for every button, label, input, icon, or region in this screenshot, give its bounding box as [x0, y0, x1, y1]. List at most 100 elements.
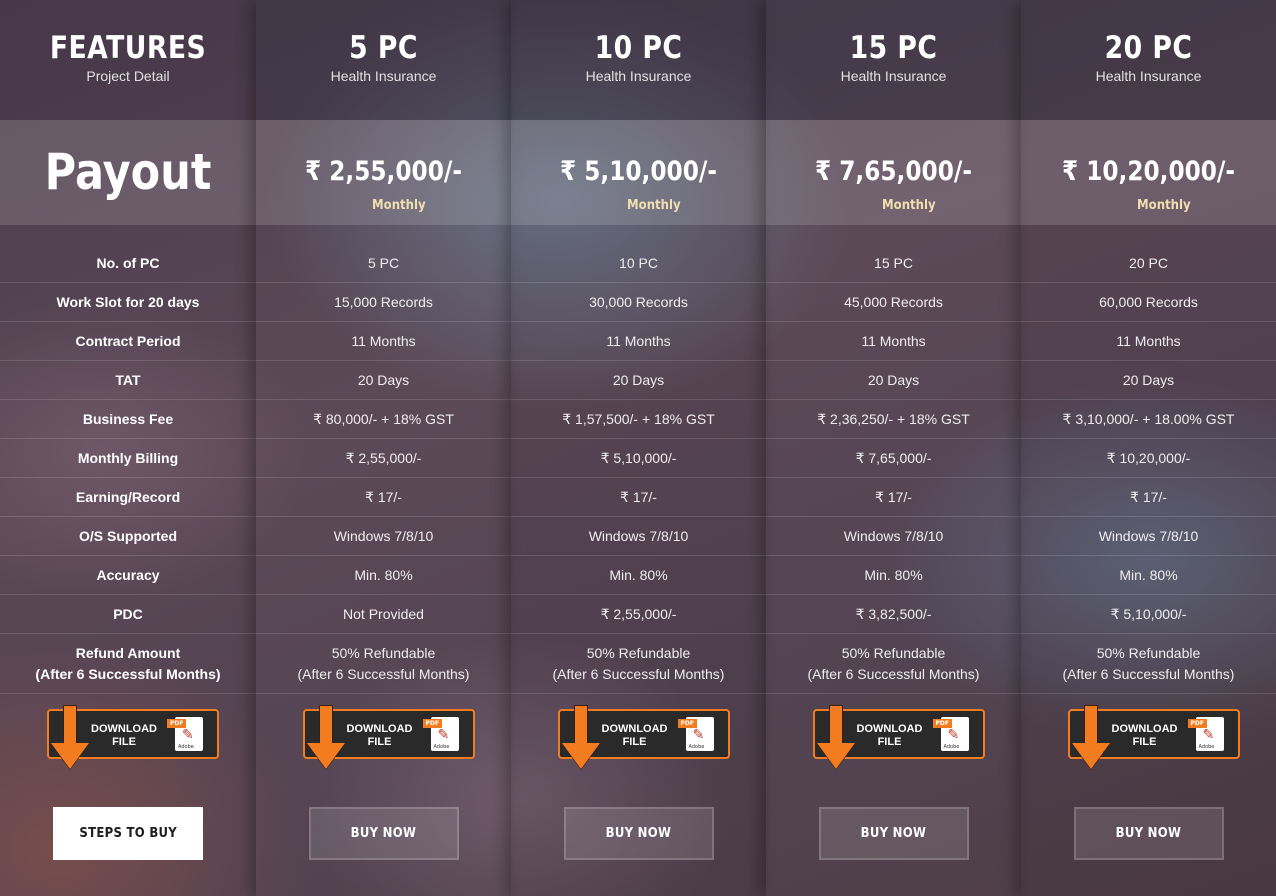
plan-price: ₹ 2,55,000/- [305, 156, 462, 187]
plan-column-5pc: 5 PC Health Insurance ₹ 2,55,000/- Month… [256, 0, 511, 896]
plan-subtitle: Health Insurance [1095, 68, 1202, 84]
plan-value: 5 PC [256, 244, 511, 283]
refund-line1: 50% Refundable [331, 644, 436, 661]
plan-value: Min. 80% [766, 556, 1021, 595]
feature-label: Monthly Billing [0, 439, 256, 478]
plan-value: ₹ 10,20,000/- [1021, 439, 1276, 478]
feature-label: Work Slot for 20 days [0, 283, 256, 322]
plan-column-20pc: 20 PC Health Insurance ₹ 10,20,000/- Mon… [1021, 0, 1276, 896]
buy-button-wrap: BUY NOW [511, 794, 766, 860]
plan-value: ₹ 3,10,000/- + 18.00% GST [1021, 400, 1276, 439]
plan-value: ₹ 7,65,000/- [766, 439, 1021, 478]
pricing-table: FEATURES Project Detail Payout No. of PC… [0, 0, 1276, 896]
buy-now-button[interactable]: BUY NOW [818, 807, 969, 860]
plan-period: Monthly [627, 198, 681, 213]
plan-value: 20 Days [1021, 361, 1276, 400]
feature-label: Contract Period [0, 322, 256, 361]
payout-label: Payout [44, 143, 212, 201]
plan-value: 30,000 Records [511, 283, 766, 322]
plan-price: ₹ 5,10,000/- [560, 156, 717, 187]
buy-button-wrap: BUY NOW [1021, 794, 1276, 860]
pdf-icon: PDF ✎ Adobe [932, 717, 969, 751]
plan-subtitle: Health Insurance [840, 68, 947, 84]
buy-now-button[interactable]: BUY NOW [1073, 807, 1224, 860]
refund-label-line1: Refund Amount [75, 644, 181, 661]
feature-label-refund: Refund Amount (After 6 Successful Months… [0, 634, 256, 694]
plan-value: ₹ 17/- [511, 478, 766, 517]
plan-period: Monthly [372, 198, 426, 213]
plan-value: 20 Days [766, 361, 1021, 400]
feature-label: PDC [0, 595, 256, 634]
plan-period: Monthly [882, 198, 936, 213]
refund-line2: (After 6 Successful Months) [1062, 665, 1235, 682]
refund-line2: (After 6 Successful Months) [552, 665, 725, 682]
plan-value: 11 Months [256, 322, 511, 361]
plan-title: 20 PC [1104, 30, 1193, 66]
plan-value: ₹ 17/- [766, 478, 1021, 517]
feature-label: Earning/Record [0, 478, 256, 517]
download-wrap: DOWNLOAD FILE PDF ✎ Adobe [0, 694, 256, 794]
refund-line1: 50% Refundable [841, 644, 946, 661]
download-arrow-icon [318, 705, 333, 745]
feature-label: TAT [0, 361, 256, 400]
plan-column-10pc: 10 PC Health Insurance ₹ 5,10,000/- Mont… [511, 0, 766, 896]
download-arrow-icon [63, 705, 77, 745]
download-arrow-head-icon [561, 743, 600, 769]
plan-price-cell: ₹ 7,65,000/- Monthly [766, 120, 1021, 225]
buy-now-button[interactable]: BUY NOW [563, 807, 714, 860]
download-file-button[interactable]: DOWNLOAD FILE PDF ✎ Adobe [302, 705, 475, 769]
download-file-button[interactable]: DOWNLOAD FILE PDF ✎ Adobe [1067, 705, 1240, 769]
refund-line1: 50% Refundable [1096, 644, 1201, 661]
feature-label: No. of PC [0, 244, 256, 283]
plan-price: ₹ 10,20,000/- [1061, 156, 1236, 187]
buy-button-wrap: BUY NOW [256, 794, 511, 860]
plan-value: ₹ 5,10,000/- [1021, 595, 1276, 634]
plan-refund: 50% Refundable (After 6 Successful Month… [766, 634, 1021, 694]
download-file-button[interactable]: DOWNLOAD FILE PDF ✎ Adobe [812, 705, 985, 769]
features-column: FEATURES Project Detail Payout No. of PC… [0, 0, 256, 896]
plan-title: 15 PC [849, 30, 938, 66]
plan-price-cell: ₹ 2,55,000/- Monthly [256, 120, 511, 225]
plan-value: Not Provided [256, 595, 511, 634]
download-file-label: DOWNLOAD FILE [91, 723, 157, 748]
download-file-button[interactable]: DOWNLOAD FILE PDF ✎ Adobe [47, 705, 219, 769]
download-file-label: DOWNLOAD FILE [1111, 723, 1178, 748]
pdf-icon: PDF ✎ Adobe [422, 717, 459, 751]
features-title: FEATURES [49, 30, 207, 66]
plan-value: ₹ 5,10,000/- [511, 439, 766, 478]
refund-line1: 50% Refundable [586, 644, 691, 661]
plan-rows: 10 PC 30,000 Records 11 Months 20 Days ₹… [511, 225, 766, 694]
buy-now-button[interactable]: BUY NOW [308, 807, 459, 860]
plan-value: 45,000 Records [766, 283, 1021, 322]
pdf-icon: PDF ✎ Adobe [677, 717, 714, 751]
features-header: FEATURES Project Detail [0, 0, 256, 120]
pdf-icon: PDF ✎ Adobe [1187, 717, 1224, 751]
refund-label-line2: (After 6 Successful Months) [35, 665, 221, 682]
plan-title: 5 PC [349, 30, 418, 66]
plan-subtitle: Health Insurance [585, 68, 692, 84]
features-rows: No. of PC Work Slot for 20 days Contract… [0, 225, 256, 694]
download-wrap: DOWNLOAD FILE PDF ✎ Adobe [256, 694, 511, 794]
download-arrow-head-icon [51, 743, 89, 769]
plan-value: 11 Months [511, 322, 766, 361]
plan-column-15pc: 15 PC Health Insurance ₹ 7,65,000/- Mont… [766, 0, 1021, 896]
download-file-label: DOWNLOAD FILE [601, 723, 668, 748]
plan-price: ₹ 7,65,000/- [815, 156, 972, 187]
features-subtitle: Project Detail [86, 68, 170, 84]
plan-value: Windows 7/8/10 [1021, 517, 1276, 556]
plan-header: 5 PC Health Insurance [256, 0, 511, 120]
download-file-label: DOWNLOAD FILE [856, 723, 923, 748]
plan-value: 60,000 Records [1021, 283, 1276, 322]
download-file-button[interactable]: DOWNLOAD FILE PDF ✎ Adobe [557, 705, 730, 769]
plan-rows: 20 PC 60,000 Records 11 Months 20 Days ₹… [1021, 225, 1276, 694]
plan-value: ₹ 2,55,000/- [256, 439, 511, 478]
download-arrow-icon [828, 705, 843, 745]
plan-rows: 5 PC 15,000 Records 11 Months 20 Days ₹ … [256, 225, 511, 694]
plan-value: ₹ 17/- [256, 478, 511, 517]
plan-refund: 50% Refundable (After 6 Successful Month… [511, 634, 766, 694]
feature-label: Accuracy [0, 556, 256, 595]
pdf-icon: PDF ✎ Adobe [167, 717, 203, 751]
download-arrow-icon [1083, 705, 1098, 745]
plan-period: Monthly [1137, 198, 1191, 213]
steps-to-buy-button[interactable]: STEPS TO BUY [53, 807, 203, 860]
